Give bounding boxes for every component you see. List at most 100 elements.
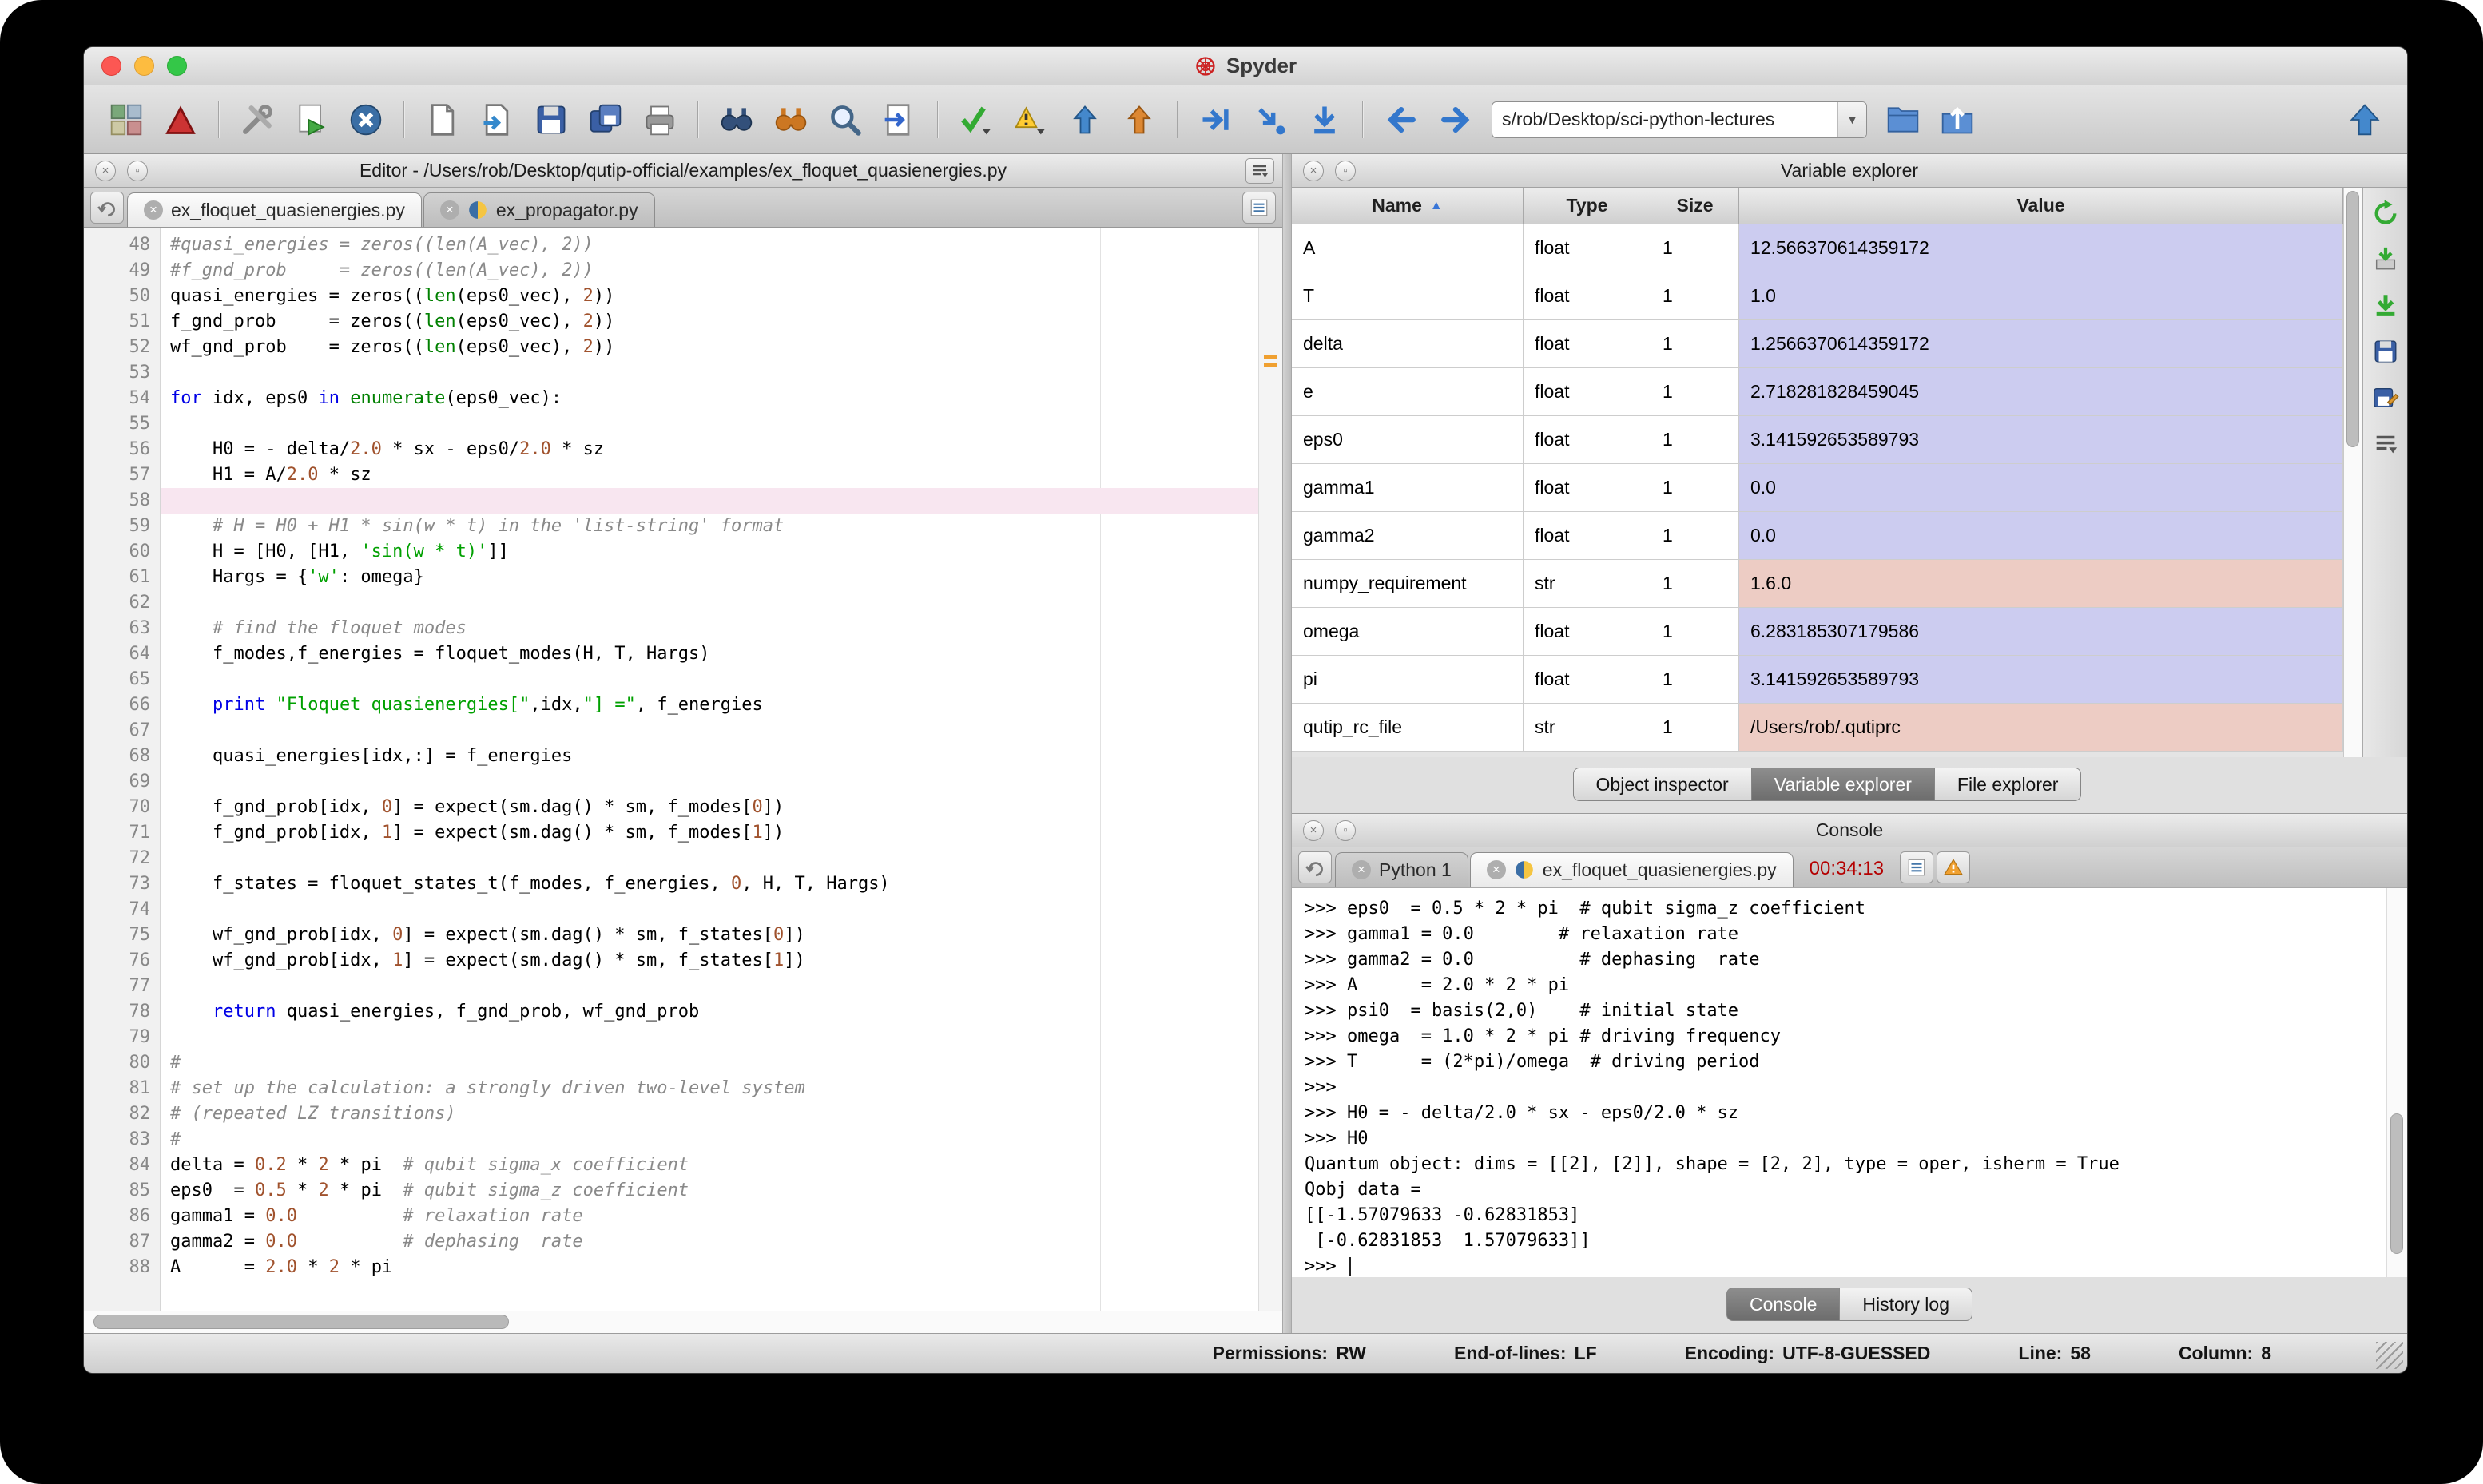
refresh-button[interactable] bbox=[2369, 196, 2402, 229]
variable-value[interactable]: 0.0 bbox=[1739, 464, 2343, 511]
code-line[interactable]: wf_gnd_prob[idx, 1] = expect(sm.dag() * … bbox=[161, 948, 1258, 974]
code-line[interactable] bbox=[161, 718, 1258, 744]
code-line[interactable] bbox=[161, 1025, 1258, 1050]
previous-warning-button[interactable] bbox=[1060, 95, 1110, 145]
working-directory-input[interactable] bbox=[1492, 109, 1837, 130]
saveas-button[interactable] bbox=[2369, 381, 2402, 415]
code-line[interactable]: print "Floquet quasienergies[",idx,"] ="… bbox=[161, 692, 1258, 718]
editor-pane-close-button[interactable]: × bbox=[95, 161, 116, 181]
browse-directory-button[interactable] bbox=[1878, 95, 1928, 145]
variable-row[interactable]: gamma2float10.0 bbox=[1292, 512, 2343, 560]
find-text-button[interactable] bbox=[712, 95, 761, 145]
warnings-menu-button[interactable] bbox=[1006, 95, 1055, 145]
varexp-close-button[interactable]: × bbox=[1303, 161, 1324, 181]
console-undock-button[interactable]: ▫ bbox=[1335, 820, 1356, 841]
parent-directory-button[interactable] bbox=[1933, 95, 1982, 145]
code-line[interactable]: #f_gnd_prob = zeros((len(A_vec), 2)) bbox=[161, 258, 1258, 284]
goto-line-button[interactable] bbox=[875, 95, 924, 145]
code-line[interactable]: H = [H0, [H1, 'sin(w * t)']] bbox=[161, 539, 1258, 565]
variable-value[interactable]: 6.283185307179586 bbox=[1739, 608, 2343, 655]
code-line[interactable]: quasi_energies = zeros((len(eps0_vec), 2… bbox=[161, 284, 1258, 309]
code-line[interactable]: #quasi_energies = zeros((len(A_vec), 2)) bbox=[161, 232, 1258, 258]
console-close-button[interactable]: × bbox=[1303, 820, 1324, 841]
variable-value[interactable]: /Users/rob/.qutiprc bbox=[1739, 704, 2343, 751]
editor-body[interactable]: 4849505152535455565758596061626364656667… bbox=[84, 228, 1282, 1311]
code-line[interactable]: return quasi_energies, f_gnd_prob, wf_gn… bbox=[161, 999, 1258, 1025]
code-area[interactable]: #quasi_energies = zeros((len(A_vec), 2))… bbox=[161, 228, 1258, 1311]
variable-table-scrollbar[interactable] bbox=[2343, 188, 2362, 757]
zoom-window-button[interactable] bbox=[167, 56, 187, 76]
code-line[interactable]: wf_gnd_prob = zeros((len(eps0_vec), 2)) bbox=[161, 335, 1258, 360]
save-button[interactable] bbox=[2369, 335, 2402, 368]
run-script-button[interactable] bbox=[1191, 95, 1241, 145]
code-line[interactable]: # (repeated LZ transitions) bbox=[161, 1101, 1258, 1127]
working-directory-combo[interactable]: ▼ bbox=[1492, 101, 1867, 138]
pane-tab-object-inspector[interactable]: Object inspector bbox=[1573, 768, 1752, 801]
variable-row[interactable]: Afloat112.566370614359172 bbox=[1292, 224, 2343, 272]
variable-row[interactable]: numpy_requirementstr11.6.0 bbox=[1292, 560, 2343, 608]
code-line[interactable]: quasi_energies[idx,:] = f_energies bbox=[161, 744, 1258, 769]
window-resize-grip[interactable] bbox=[2376, 1342, 2403, 1369]
code-analysis-button[interactable] bbox=[951, 95, 1001, 145]
code-line[interactable] bbox=[161, 769, 1258, 795]
console-tab-console[interactable]: Console bbox=[1726, 1288, 1840, 1321]
code-line[interactable] bbox=[161, 846, 1258, 871]
open-file-button[interactable] bbox=[472, 95, 522, 145]
tab-close-icon[interactable]: × bbox=[1352, 860, 1371, 879]
vscroll-thumb[interactable] bbox=[2346, 191, 2359, 447]
console-scrollbar[interactable] bbox=[2386, 888, 2407, 1277]
warning-flag[interactable] bbox=[1264, 355, 1277, 359]
console-output[interactable]: >>> eps0 = 0.5 * 2 * pi # qubit sigma_z … bbox=[1292, 888, 2407, 1277]
spyder-panel-button[interactable] bbox=[156, 95, 205, 145]
code-line[interactable]: H0 = - delta/2.0 * sx - eps0/2.0 * sz bbox=[161, 437, 1258, 462]
navigate-back-button[interactable] bbox=[1377, 95, 1426, 145]
close-window-button[interactable] bbox=[101, 56, 121, 76]
code-line[interactable] bbox=[161, 488, 1258, 514]
editor-horizontal-scrollbar[interactable] bbox=[84, 1311, 1282, 1333]
code-line[interactable]: f_gnd_prob = zeros((len(eps0_vec), 2)) bbox=[161, 309, 1258, 335]
console-warning-button[interactable] bbox=[1937, 851, 1970, 883]
console-prompt[interactable]: >>> bbox=[1305, 1254, 2407, 1277]
variable-row[interactable]: gamma1float10.0 bbox=[1292, 464, 2343, 512]
variable-value[interactable]: 0.0 bbox=[1739, 512, 2343, 559]
preferences-button[interactable] bbox=[232, 95, 282, 145]
print-file-button[interactable] bbox=[635, 95, 685, 145]
code-line[interactable]: for idx, eps0 in enumerate(eps0_vec): bbox=[161, 386, 1258, 411]
variable-row[interactable]: pifloat13.141592653589793 bbox=[1292, 656, 2343, 704]
code-line[interactable]: delta = 0.2 * 2 * pi # qubit sigma_x coe… bbox=[161, 1153, 1258, 1178]
editor-pane-undock-button[interactable]: ▫ bbox=[127, 161, 148, 181]
console-tab-history-log[interactable]: History log bbox=[1840, 1288, 1972, 1321]
varexp-undock-button[interactable]: ▫ bbox=[1335, 161, 1356, 181]
column-header-value[interactable]: Value bbox=[1739, 188, 2343, 224]
console-tab-browse-button[interactable] bbox=[1298, 851, 1332, 883]
code-line[interactable]: # find the floquet modes bbox=[161, 616, 1258, 641]
code-line[interactable]: f_modes,f_energies = floquet_modes(H, T,… bbox=[161, 641, 1258, 667]
variable-row[interactable]: Tfloat11.0 bbox=[1292, 272, 2343, 320]
code-line[interactable]: # bbox=[161, 1127, 1258, 1153]
variable-value[interactable]: 2.718281828459045 bbox=[1739, 368, 2343, 415]
replace-text-button[interactable] bbox=[820, 95, 870, 145]
variable-value[interactable]: 3.141592653589793 bbox=[1739, 656, 2343, 703]
column-header-size[interactable]: Size bbox=[1651, 188, 1739, 224]
console-scroll-thumb[interactable] bbox=[2390, 1113, 2403, 1253]
column-header-type[interactable]: Type bbox=[1524, 188, 1651, 224]
console-options-button[interactable] bbox=[1900, 851, 1933, 883]
column-header-name[interactable]: Name▲ bbox=[1292, 188, 1524, 224]
code-line[interactable]: H1 = A/2.0 * sz bbox=[161, 462, 1258, 488]
variable-value[interactable]: 1.6.0 bbox=[1739, 560, 2343, 607]
code-line[interactable]: f_gnd_prob[idx, 1] = expect(sm.dag() * s… bbox=[161, 820, 1258, 846]
code-line[interactable]: f_states = floquet_states_t(f_modes, f_e… bbox=[161, 871, 1258, 897]
editor-pane-options-button[interactable] bbox=[1245, 158, 1274, 184]
combo-dropdown-arrow-icon[interactable]: ▼ bbox=[1837, 102, 1866, 137]
hscroll-thumb[interactable] bbox=[93, 1315, 509, 1329]
variable-value[interactable]: 1.2566370614359172 bbox=[1739, 320, 2343, 367]
variable-row[interactable]: eps0float13.141592653589793 bbox=[1292, 416, 2343, 464]
tab-close-icon[interactable]: × bbox=[1487, 860, 1506, 879]
download-button[interactable] bbox=[2369, 288, 2402, 322]
run-selection-button[interactable] bbox=[1245, 95, 1295, 145]
editor-tab-list-button[interactable] bbox=[1242, 192, 1276, 224]
scroll-flag-column[interactable] bbox=[1258, 228, 1282, 1311]
next-warning-button[interactable] bbox=[1114, 95, 1164, 145]
interrupt-kernel-button[interactable] bbox=[341, 95, 391, 145]
go-to-top-button[interactable] bbox=[2340, 95, 2390, 145]
